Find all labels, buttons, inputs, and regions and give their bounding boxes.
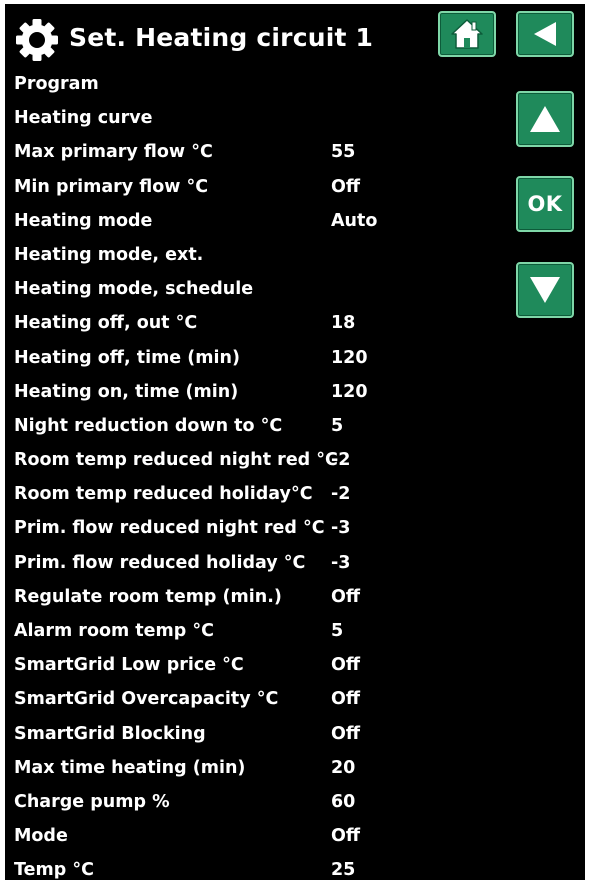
settings-row-heating-off-time[interactable]: Heating off, time (min) 120	[5, 341, 505, 375]
setting-value: 120	[331, 381, 368, 402]
page-title: Set. Heating circuit 1	[69, 23, 374, 52]
gear-icon	[15, 18, 59, 62]
setting-label: Program	[14, 74, 99, 94]
settings-row-room-temp-night[interactable]: Room temp reduced night red °C -2	[5, 443, 505, 477]
settings-row-charge-pump[interactable]: Charge pump % 60	[5, 785, 505, 819]
setting-value: 20	[331, 757, 356, 778]
settings-row-heating-off-out[interactable]: Heating off, out °C 18	[5, 306, 505, 340]
scroll-down-button[interactable]	[516, 262, 574, 318]
setting-value: Auto	[331, 210, 378, 231]
settings-row-smartgrid-blocking[interactable]: SmartGrid Blocking Off	[5, 717, 505, 751]
setting-label: Min primary flow °C	[14, 176, 209, 197]
setting-value: 55	[331, 142, 356, 163]
settings-row-smartgrid-overcapacity[interactable]: SmartGrid Overcapacity °C Off	[5, 682, 505, 716]
settings-row-heating-mode[interactable]: Heating mode Auto	[5, 204, 505, 238]
setting-label: Heating off, out °C	[14, 313, 198, 334]
settings-row-heating-mode-ext[interactable]: Heating mode, ext.	[5, 238, 505, 272]
setting-label: Prim. flow reduced holiday °C	[14, 552, 306, 573]
settings-row-prim-flow-holiday[interactable]: Prim. flow reduced holiday °C -3	[5, 546, 505, 580]
home-icon	[450, 18, 484, 50]
settings-row-min-primary-flow[interactable]: Min primary flow °C Off	[5, 170, 505, 204]
settings-row-alarm-room-temp[interactable]: Alarm room temp °C 5	[5, 614, 505, 648]
setting-label: Heating mode, ext.	[14, 244, 204, 265]
setting-label: Regulate room temp (min.)	[14, 586, 282, 607]
ok-button[interactable]: OK	[516, 176, 574, 232]
setting-value: -2	[331, 450, 351, 471]
setting-label: Heating off, time (min)	[14, 347, 240, 368]
back-arrow-icon	[530, 19, 560, 49]
settings-row-smartgrid-low-price[interactable]: SmartGrid Low price °C Off	[5, 648, 505, 682]
settings-row-mode[interactable]: Mode Off	[5, 819, 505, 853]
up-arrow-icon	[528, 104, 562, 134]
settings-row-program[interactable]: Program	[5, 67, 505, 101]
setting-label: Alarm room temp °C	[14, 621, 214, 641]
down-arrow-icon	[528, 275, 562, 305]
setting-value: Off	[331, 826, 361, 847]
settings-row-max-time-heating[interactable]: Max time heating (min) 20	[5, 751, 505, 785]
setting-label: Room temp reduced holiday°C	[14, 484, 313, 505]
settings-screen: Set. Heating circuit 1 OK Program Heatin…	[5, 4, 585, 880]
home-button[interactable]	[438, 11, 496, 57]
settings-row-heating-mode-schedule[interactable]: Heating mode, schedule	[5, 272, 505, 306]
settings-row-heating-on-time[interactable]: Heating on, time (min) 120	[5, 375, 505, 409]
setting-value: Off	[331, 176, 361, 197]
setting-label: Charge pump %	[14, 791, 170, 812]
setting-label: SmartGrid Low price °C	[14, 655, 244, 676]
ok-label: OK	[527, 192, 563, 216]
settings-row-room-temp-holiday[interactable]: Room temp reduced holiday°C -2	[5, 477, 505, 511]
setting-value: -3	[331, 518, 351, 539]
setting-value: 25	[331, 860, 356, 880]
setting-label: Max primary flow °C	[14, 142, 213, 163]
settings-row-night-reduction[interactable]: Night reduction down to °C 5	[5, 409, 505, 443]
setting-value: Off	[331, 655, 361, 676]
setting-value: 18	[331, 313, 356, 334]
setting-value: 120	[331, 347, 368, 368]
back-button[interactable]	[516, 11, 574, 57]
setting-value: Off	[331, 723, 361, 744]
setting-label: Max time heating (min)	[14, 757, 246, 778]
setting-label: Heating on, time (min)	[14, 381, 239, 402]
settings-row-prim-flow-night[interactable]: Prim. flow reduced night red °C -3	[5, 511, 505, 545]
setting-value: 5	[331, 621, 344, 641]
setting-label: SmartGrid Overcapacity °C	[14, 689, 279, 710]
setting-label: Night reduction down to °C	[14, 415, 283, 436]
setting-label: Mode	[14, 826, 68, 847]
setting-label: Heating curve	[14, 108, 153, 129]
setting-label: Prim. flow reduced night red °C	[14, 518, 325, 539]
setting-label: Room temp reduced night red °C	[14, 450, 338, 471]
setting-label: SmartGrid Blocking	[14, 723, 206, 744]
settings-row-temp[interactable]: Temp °C 25	[5, 853, 505, 880]
setting-value: 5	[331, 415, 344, 436]
settings-row-regulate-room-temp[interactable]: Regulate room temp (min.) Off	[5, 580, 505, 614]
setting-label: Heating mode	[14, 210, 153, 231]
setting-label: Heating mode, schedule	[14, 279, 254, 300]
setting-value: -3	[331, 552, 351, 573]
settings-row-max-primary-flow[interactable]: Max primary flow °C 55	[5, 135, 505, 169]
header: Set. Heating circuit 1	[5, 4, 585, 70]
scroll-up-button[interactable]	[516, 91, 574, 147]
settings-list: Program Heating curve Max primary flow °…	[5, 67, 505, 880]
setting-value: 60	[331, 791, 356, 812]
setting-value: Off	[331, 689, 361, 710]
setting-value: Off	[331, 586, 361, 607]
setting-label: Temp °C	[14, 860, 94, 880]
settings-row-heating-curve[interactable]: Heating curve	[5, 101, 505, 135]
setting-value: -2	[331, 484, 351, 505]
